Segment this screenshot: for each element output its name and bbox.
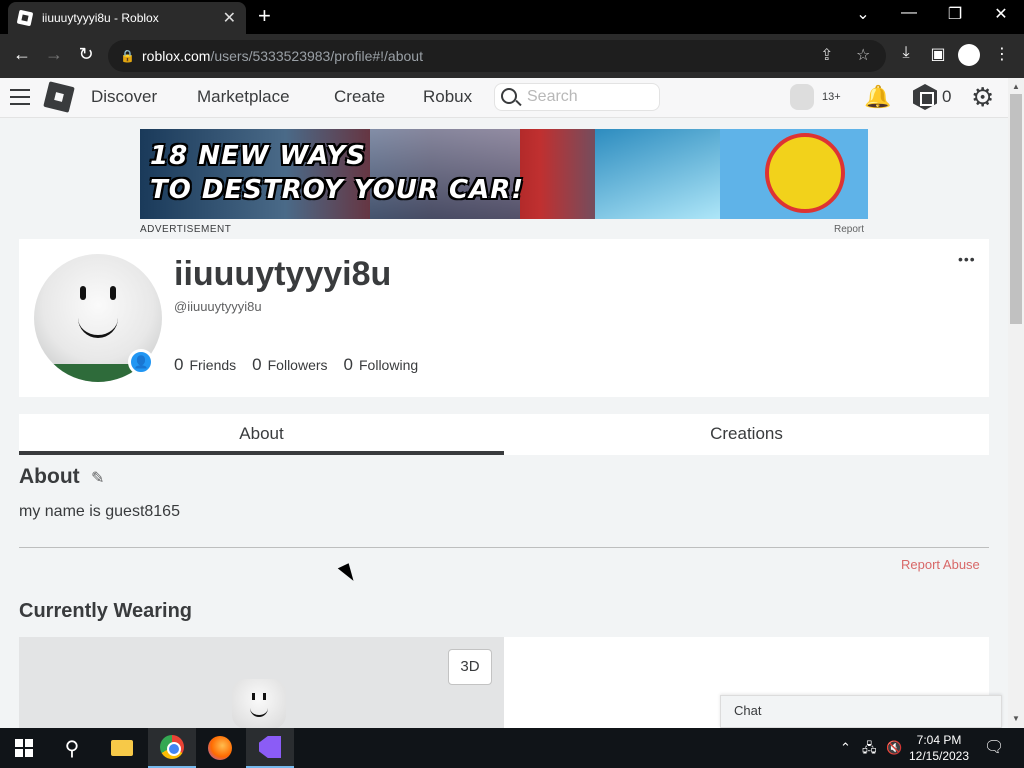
settings-gear-icon[interactable]: ⚙ <box>971 82 994 113</box>
close-window-button[interactable]: ✕ <box>986 4 1016 24</box>
forward-icon[interactable]: → <box>42 44 66 65</box>
about-heading: About <box>19 465 80 488</box>
report-abuse-link[interactable]: Report Abuse <box>901 557 980 572</box>
ad-label: ADVERTISEMENT <box>140 224 232 235</box>
tab-title: iiuuuytyyyi8u - Roblox <box>42 11 159 25</box>
new-tab-button[interactable]: + <box>258 4 271 28</box>
scrollbar-thumb[interactable] <box>1010 94 1022 324</box>
lock-icon: 🔒 <box>120 49 135 63</box>
nav-robux[interactable]: Robux <box>423 87 472 107</box>
visual-studio-taskbar-icon[interactable] <box>246 728 294 768</box>
windows-logo-icon <box>15 739 33 757</box>
reload-icon[interactable]: ↻ <box>74 44 98 65</box>
notification-center-icon[interactable]: 🗨 <box>984 728 1004 768</box>
nav-create[interactable]: Create <box>334 87 385 107</box>
followers-stat[interactable]: 0 Followers <box>252 355 327 375</box>
robux-icon[interactable] <box>913 84 937 110</box>
mouse-cursor-icon <box>337 563 357 585</box>
network-icon[interactable]: 🖧 <box>862 728 877 768</box>
start-button[interactable] <box>0 728 48 768</box>
search-icon <box>501 88 517 104</box>
windows-taskbar: ⚲ ⌃ 🖧 🔇 7:04 PM 12/15/2023 🗨 <box>0 728 1024 768</box>
ad-headline-1: 18 NEW WAYS <box>150 141 366 171</box>
tray-chevron-icon[interactable]: ⌃ <box>840 728 851 768</box>
chat-panel[interactable]: Chat <box>720 695 1002 728</box>
toggle-3d-button[interactable]: 3D <box>448 649 492 685</box>
browser-tab-bar: iiuuuytyyyi8u - Roblox ✕ + ⌄ — ❐ ✕ <box>0 0 1024 34</box>
address-bar[interactable]: 🔒 roblox.com/users/5333523983/profile#!/… <box>108 40 886 72</box>
advertisement-banner[interactable]: 18 NEW WAYS TO DESTROY YOUR CAR! <box>140 129 868 219</box>
profile-avatar-icon[interactable] <box>958 44 980 66</box>
firefox-taskbar-icon[interactable] <box>196 728 244 768</box>
search-input[interactable]: Search <box>494 83 660 111</box>
header-avatar[interactable] <box>790 84 814 110</box>
chrome-taskbar-icon[interactable] <box>148 728 196 768</box>
friends-stat[interactable]: 0 Friends <box>174 355 236 375</box>
ad-report-link[interactable]: Report <box>834 224 864 235</box>
more-options-icon[interactable]: ••• <box>958 251 976 267</box>
roblox-logo-icon[interactable] <box>43 81 75 113</box>
roblox-favicon-icon <box>16 9 34 27</box>
nav-marketplace[interactable]: Marketplace <box>197 87 290 107</box>
url-path: /users/5333523983/profile#!/about <box>210 48 423 64</box>
currently-wearing-heading: Currently Wearing <box>19 600 192 622</box>
tab-close-icon[interactable]: ✕ <box>223 8 236 28</box>
download-icon[interactable]: ⤓ <box>894 44 918 62</box>
system-clock[interactable]: 7:04 PM 12/15/2023 <box>904 732 974 764</box>
scroll-up-icon[interactable]: ▲ <box>1010 82 1022 91</box>
edit-pencil-icon[interactable]: ✎ <box>91 468 104 488</box>
side-panel-icon[interactable]: ▣ <box>926 44 950 64</box>
avatar-head-image <box>232 679 286 729</box>
online-status-icon: 👤 <box>128 349 154 375</box>
search-taskbar-icon[interactable]: ⚲ <box>48 728 96 768</box>
clock-time: 7:04 PM <box>916 733 962 747</box>
tab-about[interactable]: About <box>19 414 504 455</box>
tab-search-icon[interactable]: ⌄ <box>848 4 878 24</box>
scroll-down-icon[interactable]: ▼ <box>1010 714 1022 723</box>
profile-header-card: 👤 iiuuuytyyyi8u @iiuuuytyyyi8u 0 Friends … <box>19 239 989 397</box>
minimize-button[interactable]: — <box>894 4 924 22</box>
robux-balance[interactable]: 0 <box>942 87 951 107</box>
tab-creations[interactable]: Creations <box>504 414 989 455</box>
divider <box>19 547 989 548</box>
browser-toolbar: ← → ↻ 🔒 roblox.com/users/5333523983/prof… <box>0 34 1024 78</box>
age-badge: 13+ <box>822 91 841 103</box>
search-placeholder: Search <box>527 88 578 105</box>
url-host: roblox.com <box>142 48 211 64</box>
about-description: my name is guest8165 <box>19 503 180 520</box>
profile-stats: 0 Friends 0 Followers 0 Following <box>174 355 418 375</box>
notification-bell-icon[interactable]: 🔔 <box>864 84 891 110</box>
back-icon[interactable]: ← <box>10 44 34 65</box>
browser-menu-icon[interactable]: ⋮ <box>990 44 1014 64</box>
ad-headline-2: TO DESTROY YOUR CAR! <box>150 175 525 205</box>
hamburger-menu-icon[interactable] <box>10 89 30 105</box>
nav-discover[interactable]: Discover <box>91 87 157 107</box>
file-explorer-icon[interactable] <box>98 728 146 768</box>
profile-tabs: About Creations <box>19 414 989 455</box>
profile-username: @iiuuuytyyyi8u <box>174 299 262 314</box>
browser-tab[interactable]: iiuuuytyyyi8u - Roblox ✕ <box>8 2 246 34</box>
volume-muted-icon[interactable]: 🔇 <box>886 728 902 768</box>
ad-character-image <box>765 133 845 213</box>
chat-label: Chat <box>734 703 762 718</box>
clock-date: 12/15/2023 <box>908 749 970 763</box>
profile-display-name: iiuuuytyyyi8u <box>174 255 392 293</box>
bookmark-star-icon[interactable]: ☆ <box>856 40 870 72</box>
share-icon[interactable]: ⇪ <box>820 40 833 72</box>
restore-button[interactable]: ❐ <box>940 4 970 24</box>
site-header: Discover Marketplace Create Robux Search… <box>0 78 1008 118</box>
following-stat[interactable]: 0 Following <box>344 355 419 375</box>
